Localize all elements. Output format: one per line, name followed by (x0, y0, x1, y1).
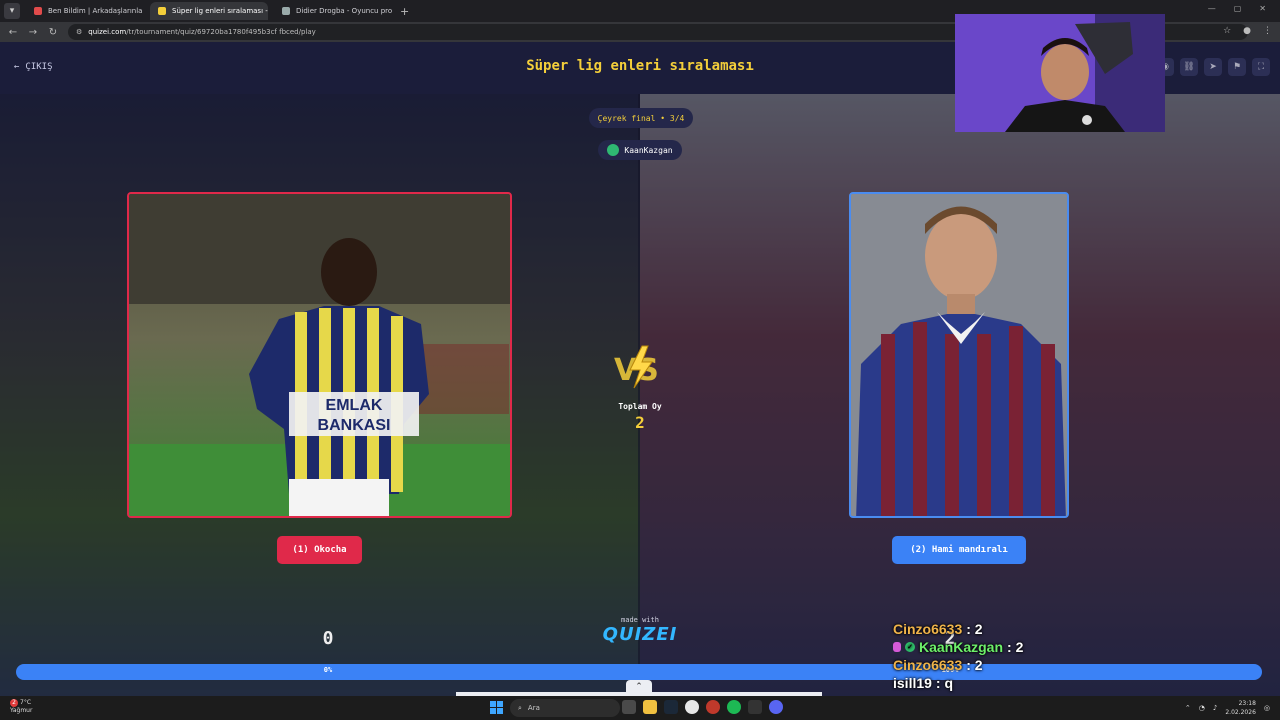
bookmark-star-icon[interactable]: ☆ (1223, 26, 1231, 36)
chat-text: : 2 (966, 621, 983, 637)
search-placeholder: Ara (527, 704, 540, 712)
streamer-webcam (955, 14, 1165, 132)
tab-drogba[interactable]: Didier Drogba - Oyuncu profili ✕ (274, 2, 392, 20)
chevron-up-icon[interactable]: ⌃ (626, 680, 652, 694)
left-vote-count: 0 (322, 628, 334, 649)
chat-username: KaanKazgan (919, 639, 1004, 655)
mic-badge-icon (893, 642, 901, 652)
back-icon[interactable]: ← (8, 27, 18, 38)
windows-start-icon[interactable] (490, 701, 503, 714)
notification-bell-icon[interactable]: ◎ (1264, 704, 1270, 712)
stream-chat-overlay: Cinzo6633 : 2 ✓ KaanKazgan : 2 Cinzo6633… (893, 620, 1023, 692)
taskbar-search[interactable]: ⌕ Ara (510, 699, 620, 717)
weather-desc: Yağmur (10, 707, 33, 714)
system-tray: ⌃ ◔ ♪ 23:18 2.02.2026 ◎ (1185, 699, 1270, 717)
chat-message: ✓ KaanKazgan : 2 (893, 638, 1023, 656)
link-icon[interactable]: ⛓ (1180, 58, 1198, 76)
steam-icon[interactable] (664, 700, 678, 714)
pinned-apps (622, 700, 783, 714)
clock-time: 23:18 (1238, 700, 1256, 707)
tab-label: Didier Drogba - Oyuncu profili (296, 7, 392, 15)
tab-quizei[interactable]: Süper lig enleri sıralaması - Tü ✕ (150, 2, 268, 20)
player-name: KaanKazgan (624, 145, 673, 155)
chat-message: isill19 : q (893, 674, 1023, 692)
url-domain: quizei.com (88, 28, 127, 36)
windows-taskbar: 2 7°C Yağmur ⌕ Ara ⌃ ◔ ♪ 23:18 2.02.2026 … (0, 696, 1280, 720)
chat-message: Cinzo6633 : 2 (893, 656, 1023, 674)
player-badge: KaanKazgan (598, 140, 682, 160)
new-tab-button[interactable]: + (400, 5, 409, 18)
chevron-up-icon[interactable]: ⌃ (1185, 704, 1191, 712)
chrome-icon[interactable] (685, 700, 699, 714)
made-with-label: made with (621, 616, 659, 624)
reload-icon[interactable]: ↻ (48, 27, 58, 38)
flag-icon[interactable]: ⚑ (1228, 58, 1246, 76)
total-votes-label: Toplam Oy (618, 402, 662, 411)
quiz-toolbar: ◉ ⛓ ➤ ⚑ ⛶ (1156, 58, 1270, 76)
chat-username: isill19 (893, 675, 932, 691)
site-favicon-icon (34, 7, 42, 15)
file-explorer-icon[interactable] (643, 700, 657, 714)
round-indicator: Çeyrek final • 3/4 (589, 108, 693, 128)
url-path: /tr/tournament/quiz/69720ba1780f495b3cf … (126, 28, 316, 36)
chat-username: Cinzo6633 (893, 621, 963, 637)
site-info-icon[interactable]: ⚙ (76, 28, 82, 36)
tab-search-icon[interactable]: ▾ (4, 3, 20, 19)
quiz-page: ← ÇIKIŞ Süper lig enleri sıralaması ◉ ⛓ … (0, 42, 1280, 696)
maximize-icon[interactable]: ▢ (1234, 4, 1242, 13)
share-icon[interactable]: ➤ (1204, 58, 1222, 76)
svg-text:EMLAK: EMLAK (326, 397, 383, 414)
fullscreen-icon[interactable]: ⛶ (1252, 58, 1270, 76)
forward-icon[interactable]: → (28, 27, 38, 38)
chat-message: Cinzo6633 : 2 (893, 620, 1023, 638)
volume-icon[interactable]: ♪ (1213, 704, 1217, 712)
spotify-icon[interactable] (727, 700, 741, 714)
tab-label: Süper lig enleri sıralaması - Tü (172, 7, 268, 15)
quizei-logo: QUIZEI (602, 624, 678, 645)
site-favicon-icon (158, 7, 166, 15)
profile-icon[interactable]: ● (1243, 26, 1251, 36)
player-photo-hami (851, 194, 1067, 516)
center-divider (638, 94, 640, 696)
weather-widget[interactable]: 2 7°C Yağmur (10, 699, 32, 715)
screen: { "browser": { "tabs": [ {"label": "Ben … (0, 0, 1280, 720)
svg-text:BANKASI: BANKASI (318, 417, 391, 434)
check-badge-icon: ✓ (905, 642, 915, 652)
chat-text: : 2 (966, 657, 983, 673)
vote-progress-bar (16, 664, 1262, 680)
discord-icon[interactable] (769, 700, 783, 714)
vote-button-right[interactable]: (2) Hami mandıralı (892, 536, 1026, 564)
left-percent: 0% (323, 666, 333, 674)
obs-icon[interactable] (748, 700, 762, 714)
chat-text: : 2 (1007, 639, 1024, 655)
option-card-right[interactable] (849, 192, 1069, 518)
total-votes-value: 2 (635, 413, 645, 432)
option-card-left[interactable]: EMLAK BANKASI (127, 192, 512, 518)
chat-username: Cinzo6633 (893, 657, 963, 673)
app-icon[interactable] (706, 700, 720, 714)
chat-text: : q (935, 675, 954, 691)
weather-alert-icon: 2 (10, 699, 18, 707)
clock[interactable]: 23:18 2.02.2026 (1225, 699, 1256, 717)
browser-toolbar-right: ☆ ● ⋮ (1223, 26, 1272, 36)
tab-benbildim[interactable]: Ben Bildim | Arkadaşlarınla Onl ✕ (26, 2, 144, 20)
search-icon: ⌕ (518, 703, 522, 712)
player-photo-okocha: EMLAK BANKASI (129, 194, 510, 516)
webcam-feed (955, 14, 1165, 132)
window-controls: — ▢ ✕ (1194, 0, 1280, 17)
avatar (607, 144, 620, 156)
close-window-icon[interactable]: ✕ (1259, 4, 1266, 13)
task-view-icon[interactable] (622, 700, 636, 714)
weather-temp: 7°C (20, 699, 32, 706)
network-icon[interactable]: ◔ (1199, 704, 1205, 712)
vote-button-left[interactable]: (1) Okocha (277, 536, 362, 564)
minimize-icon[interactable]: — (1208, 4, 1216, 13)
site-favicon-icon (282, 7, 290, 15)
tab-label: Ben Bildim | Arkadaşlarınla Onl (48, 7, 144, 15)
vs-lightning-icon: VS (614, 345, 659, 389)
clock-date: 2.02.2026 (1225, 709, 1256, 716)
menu-dots-icon[interactable]: ⋮ (1263, 26, 1272, 36)
